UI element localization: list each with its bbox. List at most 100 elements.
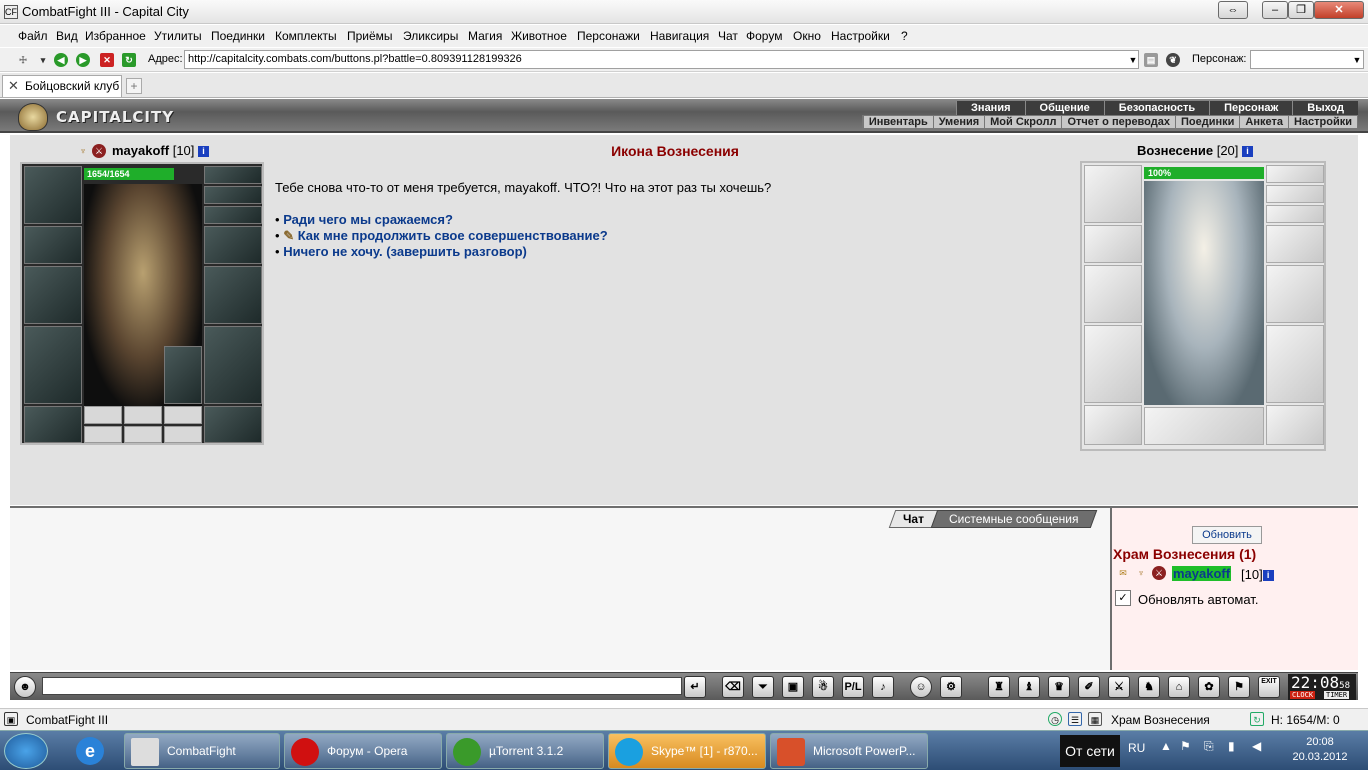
- magic-icon-7[interactable]: ⌂: [1168, 676, 1190, 698]
- list-icon[interactable]: ☰: [1068, 712, 1082, 726]
- menu-file[interactable]: Файл: [18, 29, 48, 43]
- online-user-name[interactable]: mayakoff: [1172, 566, 1232, 581]
- offhand-slot[interactable]: [204, 266, 262, 324]
- menu-fights[interactable]: Поединки: [211, 29, 265, 43]
- nav-transfers[interactable]: Отчет о переводах: [1061, 116, 1175, 128]
- nav-character[interactable]: Персонаж: [1209, 101, 1292, 115]
- timer-icon[interactable]: ◷: [1048, 712, 1062, 726]
- chat-log[interactable]: Чат Системные сообщения: [10, 506, 1110, 670]
- options-icon[interactable]: ⚙: [940, 676, 962, 698]
- menu-view[interactable]: Вид: [56, 29, 78, 43]
- nav-communication[interactable]: Общение: [1024, 101, 1104, 115]
- info-icon[interactable]: i: [1262, 570, 1274, 582]
- tray-up-icon[interactable]: ▲: [1160, 739, 1172, 753]
- magic-icon-1[interactable]: ♜: [988, 676, 1010, 698]
- flag-icon[interactable]: ⚑: [1228, 676, 1250, 698]
- eraser-icon[interactable]: ⌫: [722, 676, 744, 698]
- bracers-slot[interactable]: [24, 226, 82, 264]
- auto-refresh-checkbox[interactable]: ✓: [1115, 590, 1131, 606]
- magic-icon-8[interactable]: ✿: [1198, 676, 1220, 698]
- translit-icon[interactable]: P/L: [842, 676, 864, 698]
- nav-settings[interactable]: Настройки: [1287, 116, 1357, 128]
- restore-icon[interactable]: ⇔: [1218, 1, 1248, 19]
- nav-knowledge[interactable]: Знания: [956, 101, 1024, 115]
- offline-indicator[interactable]: От сети: [1060, 735, 1120, 767]
- dialog-option-continue[interactable]: • ✎ Как мне продолжить свое совершенство…: [275, 228, 608, 244]
- magic-icon-6[interactable]: ♞: [1138, 676, 1160, 698]
- device-tray-icon[interactable]: ⎘: [1204, 739, 1214, 754]
- menu-forum[interactable]: Форум: [746, 29, 782, 43]
- close-tab-icon[interactable]: ✕: [8, 76, 19, 96]
- footprints-icon[interactable]: ❦: [1166, 53, 1180, 67]
- smiley-icon[interactable]: ☺: [910, 676, 932, 698]
- pet-slot[interactable]: [164, 346, 202, 404]
- task-utorrent[interactable]: µTorrent 3.1.2: [446, 733, 604, 769]
- weapon-slot[interactable]: [24, 266, 82, 324]
- volume-tray-icon[interactable]: ◀: [1252, 739, 1261, 753]
- save-icon[interactable]: ▣: [782, 676, 804, 698]
- magic-icon-5[interactable]: ⚔: [1108, 676, 1130, 698]
- page-icon[interactable]: ▤: [1144, 53, 1158, 67]
- nav-security[interactable]: Безопасность: [1103, 101, 1209, 115]
- magic-icon-4[interactable]: ✐: [1078, 676, 1100, 698]
- belt-slot[interactable]: [24, 406, 82, 443]
- magic-icon-3[interactable]: ♛: [1048, 676, 1070, 698]
- tab-fight-club[interactable]: ✕ Бойцовский клуб: [2, 75, 122, 97]
- address-dropdown-icon[interactable]: ▼: [1126, 53, 1140, 67]
- rings-slot[interactable]: [204, 206, 262, 224]
- npc-name[interactable]: Вознесение [20] i: [1137, 143, 1254, 158]
- nav-fights[interactable]: Поединки: [1174, 116, 1239, 128]
- elixir-slot[interactable]: [164, 406, 202, 424]
- armor-slot[interactable]: [24, 326, 82, 404]
- menu-pet[interactable]: Животное: [511, 29, 567, 43]
- stop-icon[interactable]: ✕: [100, 53, 114, 67]
- character-select[interactable]: [1250, 50, 1364, 69]
- elixir-slot[interactable]: [84, 406, 122, 424]
- chat-input[interactable]: [42, 677, 682, 695]
- menu-tricks[interactable]: Приёмы: [347, 29, 393, 43]
- send-icon[interactable]: ↵: [684, 676, 706, 698]
- menu-settings[interactable]: Настройки: [831, 29, 890, 43]
- scroll-slot[interactable]: [124, 426, 162, 443]
- boots-slot[interactable]: [204, 406, 262, 443]
- menu-utilities[interactable]: Утилиты: [154, 29, 202, 43]
- language-indicator[interactable]: RU: [1128, 741, 1145, 755]
- gloves-slot[interactable]: [204, 226, 262, 264]
- sync-icon[interactable]: ↻: [1250, 712, 1264, 726]
- task-combatfight[interactable]: CombatFight: [124, 733, 280, 769]
- menu-magic[interactable]: Магия: [468, 29, 502, 43]
- menu-characters[interactable]: Персонажи: [577, 29, 640, 43]
- menu-navigation[interactable]: Навигация: [650, 29, 709, 43]
- nav-skills[interactable]: Умения: [932, 116, 984, 128]
- scroll-slot[interactable]: [84, 426, 122, 443]
- menu-sets[interactable]: Комплекты: [275, 29, 337, 43]
- status-icon[interactable]: ☃: [812, 676, 834, 698]
- address-input[interactable]: http://capitalcity.combats.com/buttons.p…: [184, 50, 1139, 69]
- tab-chat[interactable]: Чат: [888, 510, 938, 528]
- speak-icon[interactable]: ☻: [14, 676, 36, 698]
- sound-icon[interactable]: ♪: [872, 676, 894, 698]
- elixir-slot[interactable]: [124, 406, 162, 424]
- refresh-button[interactable]: Обновить: [1192, 526, 1262, 544]
- task-opera[interactable]: Форум - Opera: [284, 733, 442, 769]
- new-tab-button[interactable]: +: [126, 78, 142, 94]
- filter-icon[interactable]: ⏷: [752, 676, 774, 698]
- helmet-slot[interactable]: [24, 166, 82, 224]
- map-icon[interactable]: ▦: [1088, 712, 1102, 726]
- task-powerpoint[interactable]: Microsoft PowerP...: [770, 733, 928, 769]
- cross-icon[interactable]: ☩: [16, 53, 30, 67]
- private-icon[interactable]: ✉: [1116, 566, 1130, 580]
- system-clock[interactable]: 20:08 20.03.2012: [1290, 735, 1350, 765]
- chevron-down-icon[interactable]: ▾: [36, 53, 50, 67]
- dialog-option-end[interactable]: • Ничего не хочу. (завершить разговор): [275, 244, 527, 259]
- flag-tray-icon[interactable]: ⚑: [1180, 739, 1191, 753]
- scroll-slot[interactable]: [164, 426, 202, 443]
- refresh-icon[interactable]: ↻: [122, 53, 136, 67]
- info-icon[interactable]: i: [198, 146, 210, 158]
- maximize-button[interactable]: ❐: [1288, 1, 1314, 19]
- start-button[interactable]: [4, 733, 48, 769]
- task-skype[interactable]: Skype™ [1] - r870...: [608, 733, 766, 769]
- nav-profile[interactable]: Анкета: [1239, 116, 1288, 128]
- player-name[interactable]: mayakoff [10] i: [112, 143, 210, 158]
- minimize-button[interactable]: –: [1262, 1, 1288, 19]
